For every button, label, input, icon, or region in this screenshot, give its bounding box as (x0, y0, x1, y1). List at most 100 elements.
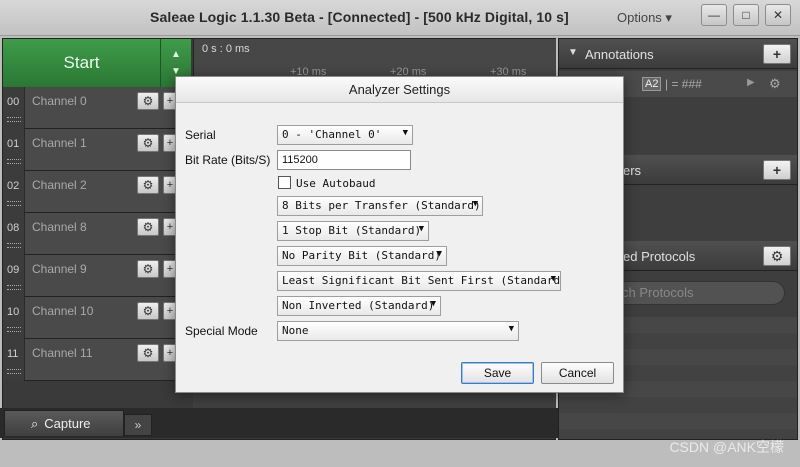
channel-row[interactable]: 02 Channel 2 ⚙ + (3, 171, 193, 213)
dropdown-arrow-icon: ▼ (550, 274, 556, 284)
chevron-up-icon: ▲ (171, 49, 181, 60)
channel-name[interactable]: Channel 9 (32, 262, 87, 276)
dialog-title: Analyzer Settings (176, 77, 623, 103)
protocols-settings-button[interactable]: ⚙ (763, 246, 791, 266)
channel-name[interactable]: Channel 10 (32, 304, 93, 318)
close-icon: ✕ (772, 8, 784, 22)
time-origin: 0 s : 0 ms (202, 43, 250, 55)
gear-icon: ⚙ (142, 94, 154, 108)
gear-icon: ⚙ (142, 178, 154, 192)
add-analyzer-button[interactable]: + (763, 160, 791, 180)
drag-grip-icon[interactable] (7, 243, 21, 248)
plus-icon: + (772, 46, 782, 62)
save-button[interactable]: Save (461, 362, 534, 384)
plus-icon: + (166, 221, 174, 233)
gear-icon[interactable]: ⚙ (769, 76, 781, 92)
minimize-icon: — (708, 8, 720, 22)
stop-bits-select[interactable]: 1 Stop Bit (Standard) ▼ (277, 221, 429, 241)
play-icon[interactable]: ▶ (747, 77, 755, 88)
channel-number: 11 (3, 339, 25, 381)
drag-grip-icon[interactable] (7, 117, 21, 122)
dropdown-arrow-icon: ▼ (430, 299, 436, 309)
drag-grip-icon[interactable] (7, 285, 21, 290)
channel-name[interactable]: Channel 2 (32, 178, 87, 192)
more-tabs-button[interactable]: » (124, 414, 152, 436)
dropdown-arrow-icon: ▼ (436, 249, 442, 259)
gear-icon: ⚙ (142, 262, 154, 276)
channel-settings-button[interactable]: ⚙ (137, 176, 159, 194)
drag-grip-icon[interactable] (7, 327, 21, 332)
drag-grip-icon[interactable] (7, 201, 21, 206)
collapse-triangle-icon[interactable]: ▼ (568, 47, 578, 58)
channel-row[interactable]: 00 Channel 0 ⚙ + (3, 87, 193, 129)
dropdown-arrow-icon: ▼ (418, 224, 424, 234)
plus-icon: + (772, 162, 782, 178)
cancel-button[interactable]: Cancel (541, 362, 614, 384)
channel-number: 02 (3, 171, 25, 213)
protocol-search-input[interactable]: ch Protocols (599, 281, 785, 305)
bits-per-transfer-select[interactable]: 8 Bits per Transfer (Standard) ▼ (277, 196, 483, 216)
autobaud-label[interactable]: Use Autobaud (296, 177, 375, 190)
tab-capture-label: Capture (44, 416, 91, 431)
plus-icon: + (166, 263, 174, 275)
close-button[interactable]: ✕ (765, 4, 791, 26)
channel-row[interactable]: 10 Channel 10 ⚙ + (3, 297, 193, 339)
serial-channel-select[interactable]: 0 - 'Channel 0' ▼ (277, 125, 413, 145)
bit-order-select[interactable]: Least Significant Bit Sent First (Standa… (277, 271, 561, 291)
analyzers-title: ers (623, 163, 642, 178)
window-title: Saleae Logic 1.1.30 Beta - [Connected] -… (150, 9, 569, 25)
special-mode-label: Special Mode (185, 324, 258, 338)
parity-select[interactable]: No Parity Bit (Standard) ▼ (277, 246, 447, 266)
options-menu[interactable]: Options ▾ (617, 10, 672, 26)
channel-settings-button[interactable]: ⚙ (137, 260, 159, 278)
channel-row[interactable]: 08 Channel 8 ⚙ + (3, 213, 193, 255)
channel-name[interactable]: Channel 0 (32, 94, 87, 108)
annotations-title: Annotations (585, 47, 654, 62)
plus-icon: + (166, 179, 174, 191)
bitrate-label: Bit Rate (Bits/S) (185, 153, 271, 167)
channel-name[interactable]: Channel 8 (32, 220, 87, 234)
search-list-icon: ⌕ (31, 415, 39, 431)
bottom-tab-bar: ⌕ Capture » (0, 408, 558, 438)
analyzer-settings-dialog: Analyzer Settings Serial 0 - 'Channel 0'… (175, 76, 624, 393)
channel-list: 00 Channel 0 ⚙ + 01 Channel 1 ⚙ + 02 Cha… (3, 87, 193, 381)
channel-settings-button[interactable]: ⚙ (137, 134, 159, 152)
add-annotation-button[interactable]: + (763, 44, 791, 64)
drag-grip-icon[interactable] (7, 369, 21, 374)
drag-grip-icon[interactable] (7, 159, 21, 164)
channel-number: 08 (3, 213, 25, 255)
plus-icon: + (166, 347, 174, 359)
channel-number: 09 (3, 255, 25, 297)
dropdown-arrow-icon: ▼ (508, 324, 514, 334)
channel-number: 00 (3, 87, 25, 129)
annotations-header[interactable]: ▼ Annotations + (559, 39, 797, 69)
dropdown-arrow-icon: ▼ (402, 128, 408, 138)
inversion-select[interactable]: Non Inverted (Standard) ▼ (277, 296, 441, 316)
serial-label: Serial (185, 128, 216, 142)
channel-name[interactable]: Channel 1 (32, 136, 87, 150)
gear-icon: ⚙ (770, 247, 784, 264)
channel-row[interactable]: 09 Channel 9 ⚙ + (3, 255, 193, 297)
channel-settings-button[interactable]: ⚙ (137, 218, 159, 236)
gear-icon: ⚙ (142, 220, 154, 234)
channel-settings-button[interactable]: ⚙ (137, 92, 159, 110)
channel-settings-button[interactable]: ⚙ (137, 302, 159, 320)
maximize-button[interactable]: □ (733, 4, 759, 26)
channel-row[interactable]: 11 Channel 11 ⚙ + (3, 339, 193, 381)
minimize-button[interactable]: — (701, 4, 727, 26)
plus-icon: + (166, 95, 174, 107)
watermark: CSDN @ANK空檬 (669, 439, 784, 455)
protocols-title: ed Protocols (623, 249, 696, 264)
title-bar: Saleae Logic 1.1.30 Beta - [Connected] -… (0, 0, 800, 36)
tab-capture[interactable]: ⌕ Capture (4, 410, 124, 436)
channel-number: 01 (3, 129, 25, 171)
channel-row[interactable]: 01 Channel 1 ⚙ + (3, 129, 193, 171)
autobaud-checkbox[interactable] (278, 176, 291, 189)
channel-number: 10 (3, 297, 25, 339)
channel-settings-button[interactable]: ⚙ (137, 344, 159, 362)
gear-icon: ⚙ (142, 346, 154, 360)
channel-name[interactable]: Channel 11 (32, 346, 93, 360)
special-mode-select[interactable]: None ▼ (277, 321, 519, 341)
start-button[interactable]: Start (3, 39, 161, 87)
bitrate-field[interactable] (277, 150, 411, 170)
